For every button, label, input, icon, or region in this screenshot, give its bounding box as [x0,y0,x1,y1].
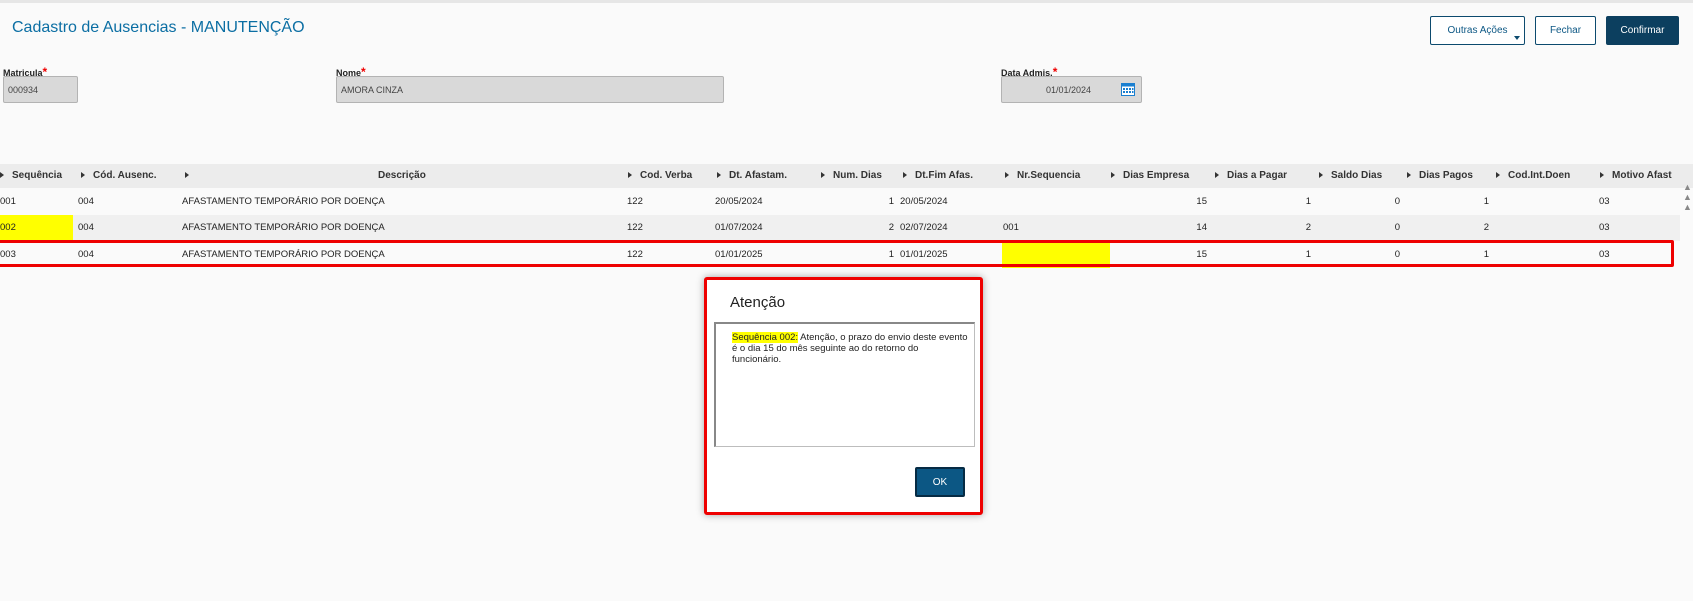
grid-scrollbar[interactable]: ▲ ▲ ▲ [1682,182,1693,212]
outras-acoes-label: Outras Ações [1447,25,1508,36]
outras-acoes-button[interactable]: Outras Ações [1430,16,1525,45]
cell-descricao: AFASTAMENTO TEMPORÁRIO POR DOENÇA [182,196,385,207]
cell-descricao: AFASTAMENTO TEMPORÁRIO POR DOENÇA [182,222,385,233]
fechar-button[interactable]: Fechar [1535,16,1596,45]
table-row[interactable]: 001 004 AFASTAMENTO TEMPORÁRIO POR DOENÇ… [0,189,1680,215]
cell-dias-pagos: 2 [1483,222,1489,233]
sort-arrow-icon [1407,172,1411,179]
col-dias-empresa[interactable]: Dias Empresa [1111,164,1189,188]
data-admis-field[interactable]: 01/01/2024 [1001,76,1142,103]
sort-arrow-icon [821,172,825,179]
matricula-field[interactable]: 000934 [3,76,78,103]
col-cod-int-doen[interactable]: Cod.Int.Doen [1496,164,1570,188]
cell-cod-verba: 122 [627,196,643,207]
caret-down-icon [1514,36,1520,40]
sort-arrow-icon [1600,172,1604,179]
cell-sequencia: 002 [0,222,16,233]
sort-arrow-icon [0,172,4,179]
grid-header: Sequência Cód. Ausenc. Descrição Cod. Ve… [0,164,1693,188]
highlight-row-outline [0,240,1674,267]
dialog-title: Atenção [730,294,786,311]
sort-arrow-icon [717,172,721,179]
col-num-dias[interactable]: Num. Dias [821,164,882,188]
sort-arrow-icon [1111,172,1115,179]
cell-cod-ausenc: 004 [78,222,94,233]
cell-num-dias: 2 [888,222,894,233]
sort-arrow-icon [1496,172,1500,179]
scroll-up-icon[interactable]: ▲ [1682,182,1693,192]
col-cod-verba[interactable]: Cod. Verba [628,164,692,188]
sort-arrow-icon [1215,172,1219,179]
col-dt-fim-afas[interactable]: Dt.Fim Afas. [903,164,973,188]
sort-arrow-icon [1005,172,1009,179]
dialog-message-prefix: Sequência 002: [732,332,799,343]
cell-nr-sequencia: 001 [1003,222,1019,233]
cell-cod-verba: 122 [627,222,643,233]
cell-dias-empresa: 14 [1196,222,1207,233]
col-nr-sequencia[interactable]: Nr.Sequencia [1005,164,1080,188]
cell-dt-afastam: 01/07/2024 [715,222,763,233]
cell-dt-afastam: 20/05/2024 [715,196,763,207]
sort-arrow-icon [628,172,632,179]
col-saldo-dias[interactable]: Saldo Dias [1319,164,1382,188]
col-sequencia[interactable]: Sequência [0,164,62,188]
cell-saldo-dias: 0 [1394,222,1400,233]
cell-dias-a-pagar: 2 [1305,222,1311,233]
data-admis-value: 01/01/2024 [1045,84,1091,95]
cell-dias-pagos: 1 [1483,196,1489,207]
col-dias-a-pagar[interactable]: Dias a Pagar [1215,164,1287,188]
page-title: Cadastro de Ausencias - MANUTENÇÃO [12,19,305,36]
dialog-body: Sequência 002: Atenção, o prazo do envio… [714,322,975,447]
col-dias-pagos[interactable]: Dias Pagos [1407,164,1473,188]
sort-arrow-icon [903,172,907,179]
sort-arrow-icon [185,172,189,179]
col-descricao-label: Descrição [378,170,426,181]
cell-motivo-afast: 03 [1599,196,1610,207]
sort-arrow-icon [1319,172,1323,179]
col-motivo-afast[interactable]: Motivo Afast [1600,164,1672,188]
cell-cod-ausenc: 004 [78,196,94,207]
cell-motivo-afast: 03 [1599,222,1610,233]
cell-dias-a-pagar: 1 [1305,196,1311,207]
dialog-message: Sequência 002: Atenção, o prazo do envio… [732,332,968,365]
cell-sequencia: 001 [0,196,16,207]
alert-dialog: Atenção Sequência 002: Atenção, o prazo … [704,277,983,515]
nome-field[interactable]: AMORA CINZA [336,76,724,103]
cell-dt-fim-afas: 02/07/2024 [900,222,948,233]
cell-saldo-dias: 0 [1394,196,1400,207]
col-dt-afastam[interactable]: Dt. Afastam. [717,164,787,188]
top-border [0,0,1693,3]
cell-num-dias: 1 [888,196,894,207]
col-descricao[interactable] [185,164,197,188]
scroll-up-icon[interactable]: ▲ [1682,202,1693,212]
cell-dias-empresa: 15 [1196,196,1207,207]
cell-dt-fim-afas: 20/05/2024 [900,196,948,207]
ok-button[interactable]: OK [915,467,965,497]
confirmar-button[interactable]: Confirmar [1606,16,1679,45]
sort-arrow-icon [81,172,85,179]
calendar-icon[interactable] [1121,83,1135,96]
col-cod-ausenc[interactable]: Cód. Ausenc. [81,164,157,188]
table-row[interactable]: 002 004 AFASTAMENTO TEMPORÁRIO POR DOENÇ… [0,215,1680,241]
scroll-up-icon[interactable]: ▲ [1682,192,1693,202]
